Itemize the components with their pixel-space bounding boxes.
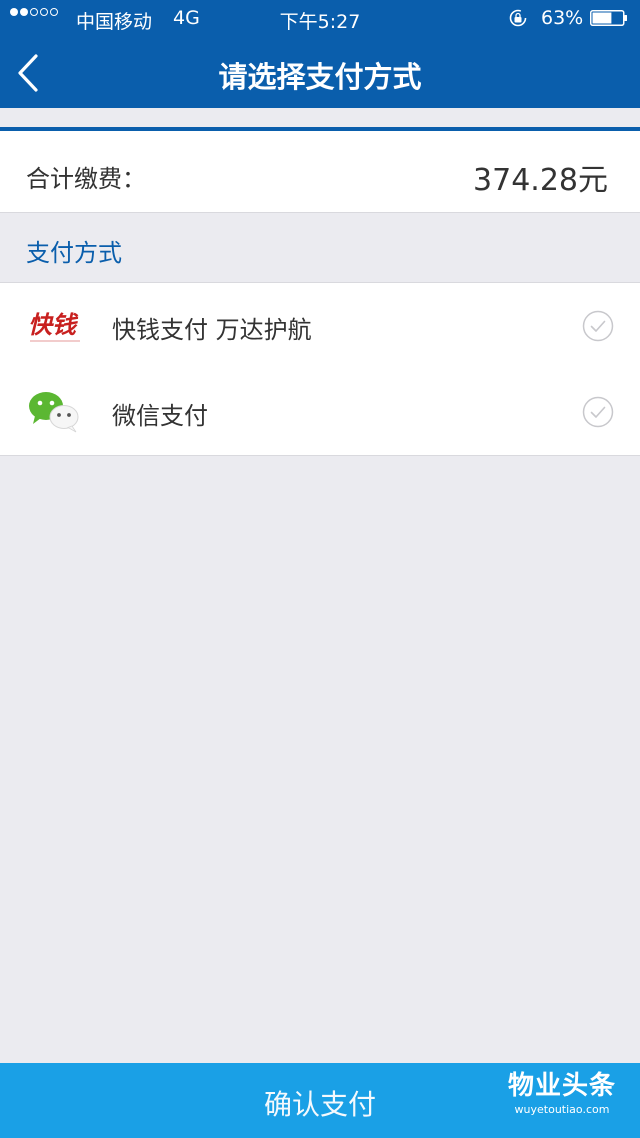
payment-option-label: 快钱支付 万达护航 [112, 316, 312, 344]
unchecked-circle-icon[interactable] [582, 310, 614, 342]
payment-method-section-header: 支付方式 [0, 213, 640, 282]
total-amount: 374.28元 [473, 163, 608, 198]
page-title: 请选择支付方式 [218, 60, 422, 94]
battery-percentage: 63% [541, 7, 584, 29]
payment-option-wechat[interactable]: 微信支付 [0, 369, 640, 456]
payment-total-row: 合计缴费： 374.28元 [0, 131, 640, 213]
payment-option-label: 微信支付 [112, 402, 208, 430]
wechat-logo-icon [29, 392, 79, 433]
total-label: 合计缴费： [26, 165, 146, 193]
navigation-bar: 请选择支付方式 [0, 36, 640, 108]
section-title: 支付方式 [26, 239, 122, 267]
payment-option-kuaiqian[interactable]: 快钱 快钱支付 万达护航 [0, 282, 640, 370]
unchecked-circle-icon[interactable] [582, 396, 614, 428]
kuaiqian-logo-icon: 快钱 [28, 310, 80, 342]
rotation-lock-icon [509, 9, 527, 27]
confirm-payment-button[interactable]: 确认支付 物业头条 wuyetoutiao.com [0, 1063, 640, 1138]
watermark-url: wuyetoutiao.com [514, 1103, 610, 1116]
watermark-logo: 物业头条 wuyetoutiao.com [492, 1071, 632, 1119]
status-bar: 中国移动 4G 下午5:27 63% [0, 0, 640, 36]
svg-text:快钱: 快钱 [28, 310, 79, 339]
watermark-title: 物业头条 [507, 1071, 616, 1101]
battery-icon [590, 10, 627, 26]
